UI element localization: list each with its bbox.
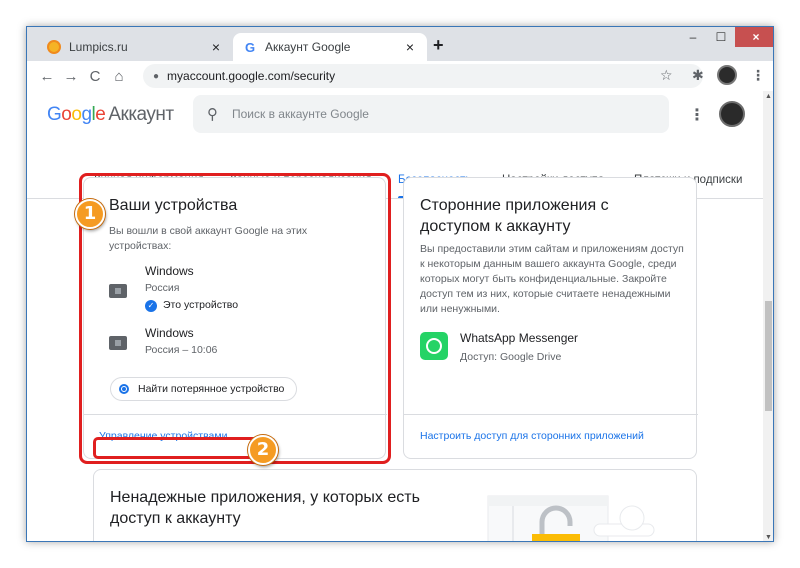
card-divider xyxy=(404,414,698,415)
scroll-thumb[interactable] xyxy=(765,301,772,411)
tab-title: Аккаунт Google xyxy=(265,40,351,54)
browser-menu-icon[interactable]: ⋮ xyxy=(751,67,765,84)
back-icon[interactable]: ← xyxy=(35,68,59,85)
maximize-button[interactable]: ☐ xyxy=(707,27,735,47)
account-search-input[interactable]: ⚲ Поиск в аккаунте Google xyxy=(193,95,669,133)
forward-icon[interactable]: → xyxy=(59,68,83,85)
search-placeholder: Поиск в аккаунте Google xyxy=(232,107,369,121)
tab-close-icon[interactable]: × xyxy=(403,39,417,55)
account-avatar[interactable] xyxy=(719,101,745,127)
highlight-box-manage-link xyxy=(93,437,265,459)
reload-icon[interactable]: C xyxy=(83,68,107,85)
app-access: Доступ: Google Drive xyxy=(460,351,562,363)
browser-toolbar: ← → C ⌂ ● myaccount.google.com/security … xyxy=(27,61,773,91)
tab-lumpics[interactable]: Lumpics.ru × xyxy=(37,33,233,61)
manage-apps-link[interactable]: Настроить доступ для сторонних приложени… xyxy=(420,430,644,442)
profile-avatar[interactable] xyxy=(717,65,737,85)
search-icon: ⚲ xyxy=(207,106,218,123)
apps-card-title-line1: Сторонние приложения с xyxy=(420,197,609,214)
page-scrollbar[interactable]: ▲ ▼ xyxy=(763,91,773,541)
bookmark-star-icon[interactable]: ☆ xyxy=(660,67,673,84)
tab-strip: Lumpics.ru × G Аккаунт Google × + – ☐ × xyxy=(27,27,773,61)
app-name[interactable]: WhatsApp Messenger xyxy=(460,329,578,347)
tab-title: Lumpics.ru xyxy=(69,40,128,54)
browser-window: Lumpics.ru × G Аккаунт Google × + – ☐ × … xyxy=(26,26,774,542)
extensions-icon[interactable]: ✱ xyxy=(692,67,704,84)
tab-close-icon[interactable]: × xyxy=(209,39,223,55)
unsafe-card-title-line1: Ненадежные приложения, у которых есть xyxy=(110,489,420,506)
address-bar[interactable]: ● myaccount.google.com/security xyxy=(143,64,703,88)
lock-illustration-icon xyxy=(487,495,655,541)
close-window-button[interactable]: × xyxy=(735,27,773,47)
scroll-up-icon[interactable]: ▲ xyxy=(765,93,772,100)
step-badge-1: 1 xyxy=(75,199,105,229)
highlight-box-devices xyxy=(79,173,391,464)
third-party-apps-card: Сторонние приложения с доступом к аккаун… xyxy=(403,177,698,459)
url-text: myaccount.google.com/security xyxy=(167,69,336,83)
apps-card-title-line2: доступом к аккаунту xyxy=(420,218,571,235)
google-favicon-icon: G xyxy=(244,39,256,55)
unsafe-apps-card: Ненадежные приложения, у которых есть до… xyxy=(93,469,697,541)
tab-google-account[interactable]: G Аккаунт Google × xyxy=(233,33,427,61)
google-account-logo[interactable]: Google Аккаунт xyxy=(47,104,174,126)
step-badge-2: 2 xyxy=(248,435,278,465)
whatsapp-icon xyxy=(420,332,448,360)
lock-icon: ● xyxy=(153,70,160,82)
unsafe-card-title-line2: доступ к аккаунту xyxy=(110,510,241,527)
lumpics-favicon-icon xyxy=(47,40,61,54)
home-icon[interactable]: ⌂ xyxy=(107,68,131,85)
window-controls: – ☐ × xyxy=(679,27,773,47)
minimize-button[interactable]: – xyxy=(679,27,707,47)
scroll-down-icon[interactable]: ▼ xyxy=(765,534,772,541)
apps-card-description: Вы предоставили этим сайтам и приложения… xyxy=(420,243,684,315)
page-content: Google Аккаунт ⚲ Поиск в аккаунте Google … xyxy=(27,91,763,541)
account-header: Google Аккаунт ⚲ Поиск в аккаунте Google … xyxy=(27,91,763,141)
apps-menu-icon[interactable]: ⋮ xyxy=(689,105,705,125)
new-tab-button[interactable]: + xyxy=(433,35,444,56)
